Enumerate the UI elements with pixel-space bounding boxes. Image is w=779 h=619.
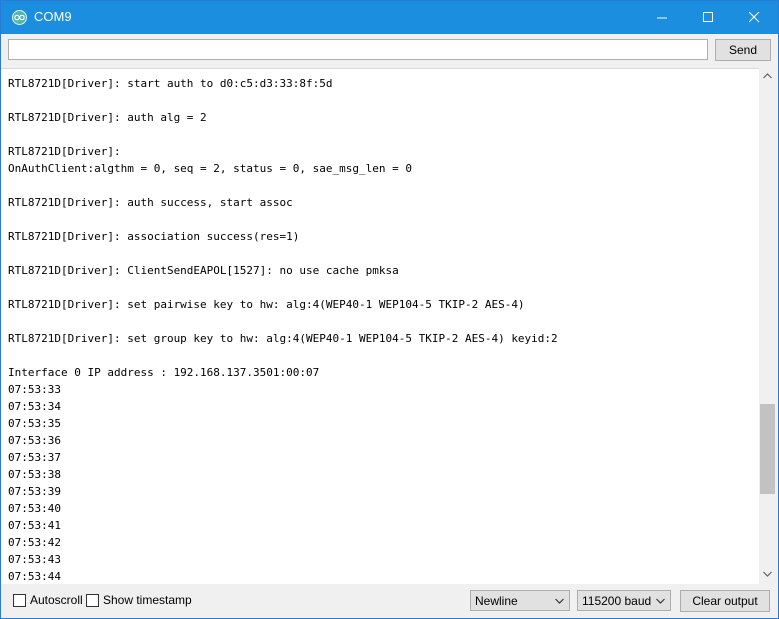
serial-output[interactable]: RTL8721D[Driver]: start auth to d0:c5:d3… (1, 68, 759, 584)
output-line: 07:53:43 (8, 553, 61, 566)
arduino-icon (12, 10, 27, 25)
minimize-button[interactable] (640, 1, 686, 34)
vertical-scrollbar[interactable] (759, 68, 776, 583)
output-line: 07:53:40 (8, 502, 61, 515)
baud-rate-value: 115200 baud (582, 594, 652, 608)
output-line: 07:53:42 (8, 536, 61, 549)
output-line: RTL8721D[Driver]: ClientSendEAPOL[1527]:… (8, 264, 399, 277)
minimize-icon (657, 17, 667, 19)
output-line: RTL8721D[Driver]: start auth to d0:c5:d3… (8, 77, 333, 90)
output-line: RTL8721D[Driver]: association success(re… (8, 230, 300, 243)
baud-rate-select[interactable]: 115200 baud (577, 590, 671, 611)
output-line: 07:53:39 (8, 485, 61, 498)
serial-monitor-window: COM9 Send RTL8721D[Driver]: start auth t… (0, 0, 779, 619)
maximize-button[interactable] (686, 1, 732, 34)
autoscroll-checkbox[interactable] (13, 594, 26, 607)
line-ending-value: Newline (475, 594, 518, 608)
line-ending-select[interactable]: Newline (470, 590, 570, 611)
output-line: Interface 0 IP address : 192.168.137.350… (8, 366, 320, 379)
output-line: 07:53:38 (8, 468, 61, 481)
chevron-up-icon (763, 73, 772, 79)
close-button[interactable] (732, 1, 778, 34)
status-bar: Autoscroll Show timestamp Newline 115200… (1, 584, 778, 618)
output-line: 07:53:35 (8, 417, 61, 430)
clear-output-button[interactable]: Clear output (680, 590, 770, 612)
output-line: 07:53:41 (8, 519, 61, 532)
serial-input[interactable] (8, 39, 708, 60)
output-line: 07:53:34 (8, 400, 61, 413)
output-line: RTL8721D[Driver]: set group key to hw: a… (8, 332, 558, 345)
title-bar[interactable]: COM9 (1, 1, 778, 34)
output-line: RTL8721D[Driver]: set pairwise key to hw… (8, 298, 525, 311)
output-line: RTL8721D[Driver]: auth success, start as… (8, 196, 293, 209)
close-icon (749, 12, 760, 23)
send-toolbar: Send (1, 34, 778, 67)
send-button[interactable]: Send (715, 39, 771, 61)
output-line: RTL8721D[Driver]: auth alg = 2 (8, 111, 207, 124)
window-title: COM9 (34, 9, 72, 24)
output-line: 07:53:36 (8, 434, 61, 447)
output-line: 07:53:44 (8, 570, 61, 583)
output-line: 07:53:33 (8, 383, 61, 396)
scroll-up-button[interactable] (759, 68, 776, 85)
scroll-down-button[interactable] (759, 566, 776, 583)
output-line: OnAuthClient:algthm = 0, seq = 2, status… (8, 162, 412, 175)
chevron-down-icon (656, 598, 665, 604)
output-line: 07:53:37 (8, 451, 61, 464)
chevron-down-icon (763, 571, 772, 577)
chevron-down-icon (555, 598, 564, 604)
show-timestamp-label[interactable]: Show timestamp (103, 593, 192, 607)
show-timestamp-checkbox[interactable] (86, 594, 99, 607)
output-line: RTL8721D[Driver]: (8, 145, 121, 158)
maximize-icon (703, 12, 713, 22)
autoscroll-label[interactable]: Autoscroll (30, 593, 83, 607)
scrollbar-thumb[interactable] (760, 404, 775, 494)
